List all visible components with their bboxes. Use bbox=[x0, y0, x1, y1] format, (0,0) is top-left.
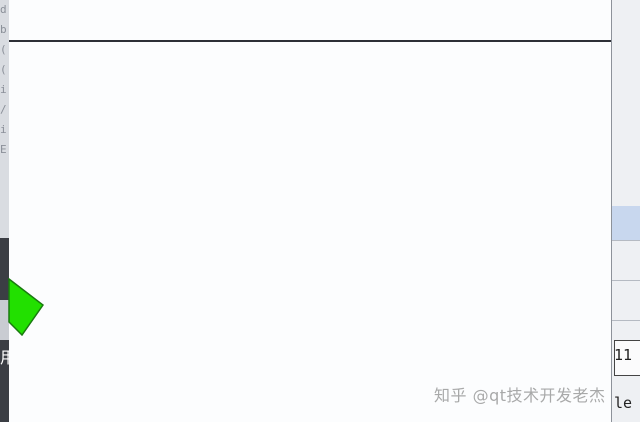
code-fragment: d bbox=[0, 3, 7, 16]
left-glyph: 用 bbox=[0, 348, 9, 367]
code-fragment: i bbox=[0, 123, 7, 136]
document-header bbox=[9, 0, 611, 42]
document-window bbox=[9, 0, 612, 422]
property-value: 11 bbox=[614, 346, 633, 364]
arrow-shape bbox=[8, 278, 44, 336]
code-fragment: ( bbox=[0, 43, 7, 56]
left-code-fragments: d b ( ( i / i E bbox=[0, 0, 9, 238]
code-fragment: E bbox=[0, 143, 7, 156]
green-arrow-icon bbox=[8, 278, 44, 336]
screen: d b ( ( i / i E 用 11 le 知乎 @qt技术开发老杰 bbox=[0, 0, 640, 422]
row-divider bbox=[612, 280, 640, 281]
right-property-strip: 11 le bbox=[611, 0, 640, 422]
row-divider bbox=[612, 240, 640, 241]
code-fragment: ( bbox=[0, 63, 7, 76]
code-fragment: / bbox=[0, 103, 7, 116]
watermark-text: 知乎 @qt技术开发老杰 bbox=[434, 386, 606, 405]
document-canvas[interactable] bbox=[9, 42, 611, 422]
selected-row[interactable] bbox=[612, 206, 640, 240]
code-fragment: i bbox=[0, 83, 7, 96]
property-value: le bbox=[614, 394, 633, 412]
code-fragment: b bbox=[0, 23, 7, 36]
left-editor-strip: d b ( ( i / i E 用 bbox=[0, 0, 9, 422]
row-divider bbox=[612, 320, 640, 321]
